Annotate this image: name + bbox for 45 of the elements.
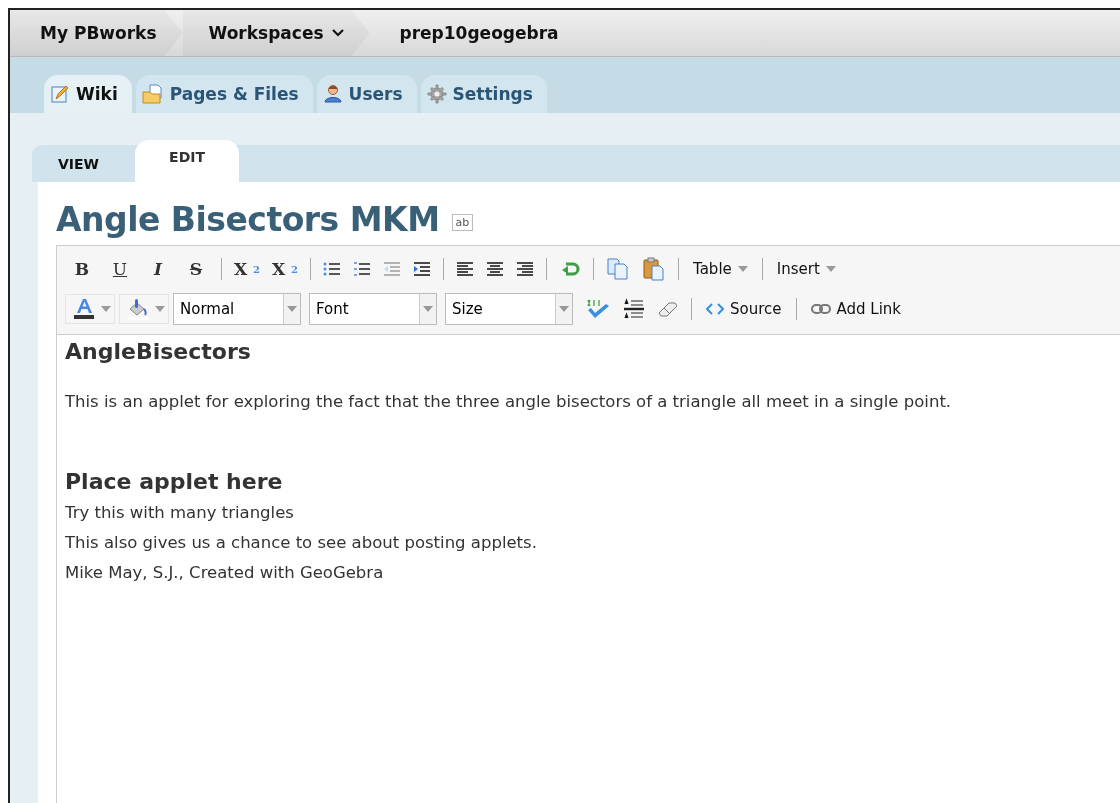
strikethrough-button[interactable]: S	[179, 255, 213, 283]
person-icon	[322, 84, 343, 104]
add-link-button[interactable]: Add Link	[804, 295, 908, 323]
code-brackets-icon	[706, 303, 724, 315]
text-line: Mike May, S.J., Created with GeoGebra	[65, 562, 385, 584]
toolbar-menu[interactable]: Table	[687, 255, 754, 283]
dropdown-arrow-icon	[559, 306, 569, 312]
color-picker-button[interactable]	[65, 294, 115, 324]
heading: Place applet here	[65, 469, 284, 494]
heading: AngleBisectors	[65, 339, 252, 364]
breadcrumb-link[interactable]: My PBworks	[10, 10, 183, 56]
dropdown-arrow-icon	[101, 306, 111, 312]
dropdown-arrow-icon	[287, 306, 297, 312]
toolbar-menu[interactable]: Insert	[770, 255, 842, 283]
dropdown-arrow-icon	[825, 266, 836, 272]
nav-tab[interactable]: Settings	[420, 75, 547, 113]
dropdown-arrow-icon	[155, 306, 165, 312]
italic-button[interactable]: I	[141, 255, 175, 283]
breadcrumb-link[interactable]: Workspaces	[182, 10, 370, 56]
underline-button[interactable]: U	[103, 255, 137, 283]
paragraph: This is an applet for exploring the fact that the three angle bisectors of a triangle all meet in a single point.	[65, 392, 953, 411]
text-line: This also gives us a chance to see about posting applets.	[65, 532, 538, 554]
edit-title-badge[interactable]: ab	[451, 214, 474, 231]
color-picker-button[interactable]	[119, 294, 169, 324]
script-button[interactable]: X$^{2}$	[268, 255, 302, 283]
format-select[interactable]: Size	[445, 293, 573, 325]
dropdown-arrow-icon	[423, 306, 433, 312]
dropdown-arrow-icon	[737, 266, 748, 272]
nav-tab[interactable]: Pages & Files	[135, 75, 313, 113]
format-select[interactable]: Font	[309, 293, 437, 325]
mode-tab[interactable]: VIEW	[58, 156, 124, 182]
source-button[interactable]: Source	[700, 295, 788, 323]
bold-button[interactable]: B	[65, 255, 99, 283]
pencil-page-icon	[50, 84, 70, 104]
nav-tab[interactable]: Wiki	[44, 75, 132, 113]
nav-tab[interactable]: Users	[316, 75, 417, 113]
gear-icon	[426, 84, 447, 104]
mode-tab[interactable]: EDIT	[135, 140, 239, 183]
format-select[interactable]: Normal	[173, 293, 301, 325]
workspace-name[interactable]: prep10geogebra	[369, 10, 585, 56]
text-line: Try this with many triangles	[65, 502, 295, 524]
chevron-down-icon	[331, 29, 344, 37]
page-title: Angle Bisectors MKM	[56, 200, 440, 239]
chain-link-icon	[810, 303, 831, 315]
folder-page-icon	[141, 84, 164, 104]
